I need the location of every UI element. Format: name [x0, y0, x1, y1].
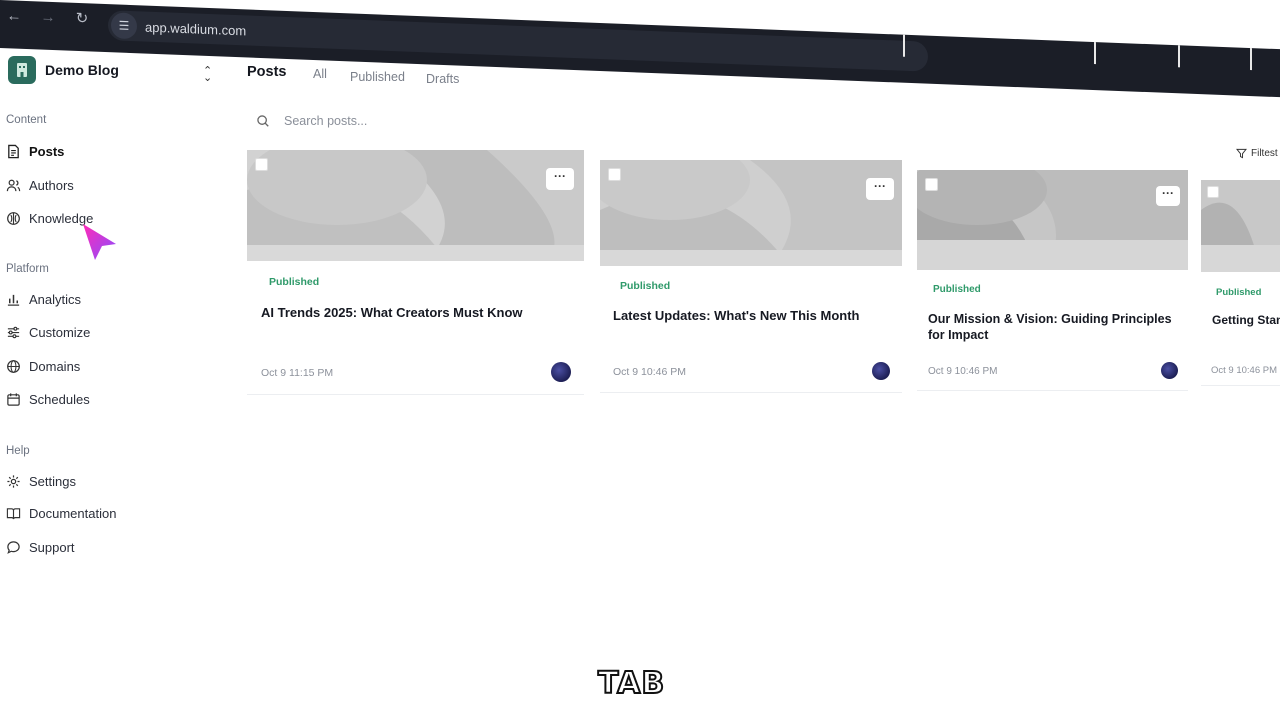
bar-chart-icon	[7, 294, 20, 306]
book-icon	[6, 507, 21, 519]
status-badge: Published	[269, 276, 320, 288]
status-badge: Published	[1216, 287, 1262, 298]
sidebar-item-posts[interactable]: Posts	[6, 140, 64, 162]
post-card[interactable]: ··· Published AI Trends 2025: What Creat…	[247, 150, 584, 395]
select-checkbox[interactable]	[925, 178, 938, 191]
post-card[interactable]: ··· Published Our Mission & Vision: Guid…	[917, 170, 1188, 391]
tab-all[interactable]: All	[313, 67, 327, 81]
gear-icon	[7, 474, 20, 488]
post-thumbnail	[917, 170, 1188, 270]
sidebar-item-analytics[interactable]: Analytics	[6, 288, 81, 310]
chevron-up-down-icon[interactable]: ⌃ ⌄	[203, 66, 212, 84]
sidebar-item-label: Analytics	[29, 291, 82, 307]
window-divider	[1178, 45, 1180, 68]
section-label-help: Help	[6, 445, 30, 457]
section-label-platform: Platform	[6, 263, 49, 275]
post-date: Oct 9 11:15 PM	[261, 367, 334, 379]
post-title: Getting Stans	[1212, 313, 1280, 327]
more-options-button[interactable]: ···	[546, 168, 574, 190]
filter-label: Filtest	[1251, 148, 1278, 159]
sidebar-item-settings[interactable]: Settings	[6, 470, 76, 492]
mouse-cursor-icon	[83, 224, 116, 260]
author-avatar	[1161, 362, 1178, 379]
video-caption: TAB	[597, 665, 666, 702]
window-divider	[1250, 48, 1252, 71]
post-date: Oct 9 10:46 PM	[1211, 365, 1278, 376]
globe-icon	[7, 359, 20, 373]
author-avatar	[551, 362, 571, 382]
tab-drafts[interactable]: Drafts	[426, 72, 459, 86]
select-checkbox[interactable]	[608, 168, 621, 181]
building-icon	[17, 63, 27, 77]
select-checkbox[interactable]	[1207, 186, 1219, 198]
post-thumbnail	[247, 150, 584, 261]
sidebar-item-label: Schedules	[29, 391, 90, 407]
sidebar-item-label: Posts	[29, 143, 65, 159]
document-icon	[8, 144, 19, 158]
search-icon	[257, 115, 269, 127]
workspace-name: Demo Blog	[45, 62, 119, 78]
filter-button[interactable]: Filtest	[1236, 148, 1278, 159]
post-thumbnail	[600, 160, 902, 266]
sidebar-item-schedules[interactable]: Schedules	[6, 388, 90, 410]
forward-icon[interactable]: →	[38, 8, 58, 26]
address-bar[interactable]: ☰ app.waldium.com	[108, 10, 928, 72]
url-text: app.waldium.com	[145, 19, 247, 38]
post-card[interactable]: ··· Published Latest Updates: What's New…	[600, 160, 902, 393]
post-title: Our Mission & Vision: Guiding Principles…	[928, 312, 1172, 342]
post-date: Oct 9 10:46 PM	[613, 366, 686, 378]
sidebar-item-label: Settings	[29, 473, 76, 489]
reload-icon[interactable]: ↻	[72, 9, 92, 28]
window-divider	[903, 34, 905, 57]
sidebar-item-label: Documentation	[29, 505, 117, 521]
sliders-icon	[7, 326, 20, 338]
section-label-content: Content	[6, 114, 47, 126]
calendar-icon	[7, 392, 20, 406]
sidebar: Demo Blog ⌃ ⌄ Content Posts Authors Knowl…	[0, 50, 230, 720]
sidebar-item-label: Authors	[29, 177, 74, 193]
post-title: Latest Updates: What's New This Month	[613, 308, 860, 323]
sidebar-item-documentation[interactable]: Documentation	[6, 502, 116, 524]
knowledge-icon	[7, 211, 20, 225]
sidebar-item-authors[interactable]: Authors	[6, 174, 74, 196]
sidebar-item-label: Domains	[29, 358, 81, 374]
brand-logo	[8, 56, 36, 84]
tab-published[interactable]: Published	[350, 70, 405, 84]
more-options-button[interactable]: ···	[1156, 186, 1180, 206]
select-checkbox[interactable]	[255, 158, 268, 171]
filter-icon	[1236, 148, 1247, 159]
search-input[interactable]	[282, 113, 586, 129]
sidebar-item-domains[interactable]: Domains	[6, 355, 80, 377]
post-date: Oct 9 10:46 PM	[928, 366, 998, 377]
workspace-switcher[interactable]: Demo Blog	[8, 56, 119, 84]
page-title: Posts	[247, 64, 287, 80]
site-settings-icon[interactable]: ☰	[111, 12, 137, 40]
post-title: AI Trends 2025: What Creators Must Know	[261, 305, 523, 320]
author-avatar	[872, 362, 890, 380]
search-bar	[256, 110, 656, 132]
sidebar-item-label: Customize	[29, 324, 91, 340]
users-icon	[6, 179, 21, 191]
status-badge: Published	[933, 284, 981, 295]
sidebar-item-label: Support	[29, 539, 75, 555]
more-options-button[interactable]: ···	[866, 178, 894, 200]
window-divider	[1094, 42, 1096, 65]
sidebar-item-customize[interactable]: Customize	[6, 321, 90, 343]
post-card[interactable]: Published Getting Stans Oct 9 10:46 PM	[1201, 180, 1280, 386]
back-icon[interactable]: ←	[4, 7, 24, 25]
chat-icon	[7, 540, 20, 554]
sidebar-item-support[interactable]: Support	[6, 536, 75, 558]
status-badge: Published	[620, 280, 671, 292]
